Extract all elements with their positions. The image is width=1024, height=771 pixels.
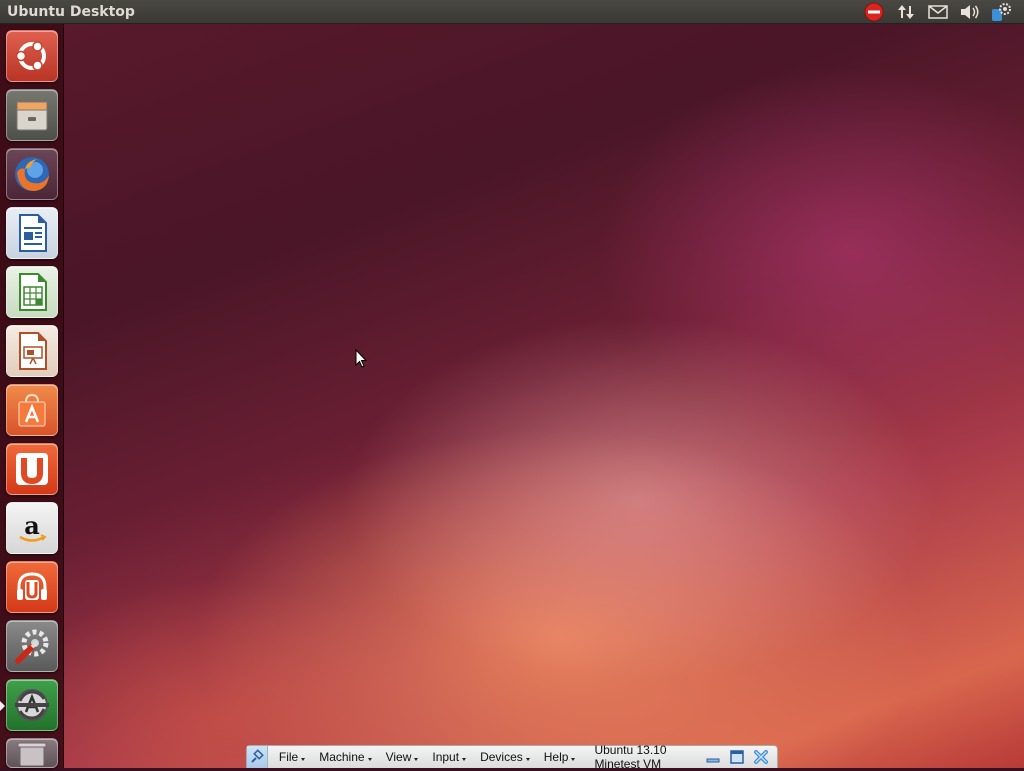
menu-input[interactable]: Input xyxy=(421,750,469,764)
launcher-item-amazon[interactable]: a xyxy=(6,502,58,554)
launcher-item-ubuntu-software-center[interactable] xyxy=(6,384,58,436)
shopping-bag-icon xyxy=(12,390,52,430)
network-arrows-icon[interactable] xyxy=(890,0,922,24)
volume-icon[interactable] xyxy=(954,0,986,24)
launcher: a xyxy=(0,24,64,768)
launcher-item-files[interactable] xyxy=(6,89,58,141)
calc-spreadsheet-icon xyxy=(12,271,52,313)
firefox-icon xyxy=(11,153,53,195)
launcher-item-ubuntu-one-music[interactable] xyxy=(6,561,58,613)
minimize-icon[interactable] xyxy=(703,748,723,766)
menu-view[interactable]: View xyxy=(375,750,422,764)
writer-document-icon xyxy=(12,212,52,254)
launcher-item-ubuntu-one[interactable] xyxy=(6,443,58,495)
menu-machine[interactable]: Machine xyxy=(308,750,374,764)
software-updater-icon xyxy=(11,684,53,726)
pin-icon[interactable] xyxy=(247,746,268,768)
ubuntu-logo-icon xyxy=(12,36,52,76)
session-stop-icon[interactable] xyxy=(858,0,890,24)
launcher-item-software-updater[interactable] xyxy=(6,679,58,731)
mouse-cursor-icon xyxy=(355,348,368,372)
launcher-item-libreoffice-impress[interactable] xyxy=(6,325,58,377)
window-title: Ubuntu Desktop xyxy=(7,3,135,20)
settings-wrench-icon xyxy=(11,625,53,667)
svg-text:a: a xyxy=(24,511,40,540)
launcher-item-dash-home[interactable] xyxy=(6,30,58,82)
vbox-window-controls xyxy=(703,748,777,766)
mail-icon[interactable] xyxy=(922,0,954,24)
ubuntu-one-icon xyxy=(12,449,52,489)
trash-icon xyxy=(15,740,49,766)
menu-devices[interactable]: Devices xyxy=(469,750,533,764)
vm-title: Ubuntu 13.10 Minetest VM xyxy=(594,743,667,771)
menu-file[interactable]: File xyxy=(268,750,308,764)
top-panel: Ubuntu Desktop xyxy=(0,0,1024,24)
system-gear-icon[interactable] xyxy=(986,0,1018,24)
launcher-item-trash[interactable] xyxy=(6,738,58,768)
desktop-wallpaper[interactable] xyxy=(0,0,1024,768)
headphones-icon xyxy=(12,567,52,607)
launcher-item-system-settings[interactable] xyxy=(6,620,58,672)
menu-help[interactable]: Help xyxy=(533,750,579,764)
indicator-area xyxy=(858,0,1024,24)
restore-icon[interactable] xyxy=(727,748,747,766)
close-icon[interactable] xyxy=(751,748,771,766)
vbox-menu-bar: File Machine View Input Devices Help xyxy=(268,750,579,764)
impress-presentation-icon xyxy=(12,330,52,372)
launcher-item-libreoffice-writer[interactable] xyxy=(6,207,58,259)
launcher-item-firefox[interactable] xyxy=(6,148,58,200)
amazon-icon: a xyxy=(12,508,52,548)
virtualbox-mini-toolbar: File Machine View Input Devices Help Ubu… xyxy=(246,743,778,771)
active-indicator-arrow xyxy=(0,701,5,711)
file-cabinet-icon xyxy=(12,95,52,135)
launcher-item-libreoffice-calc[interactable] xyxy=(6,266,58,318)
